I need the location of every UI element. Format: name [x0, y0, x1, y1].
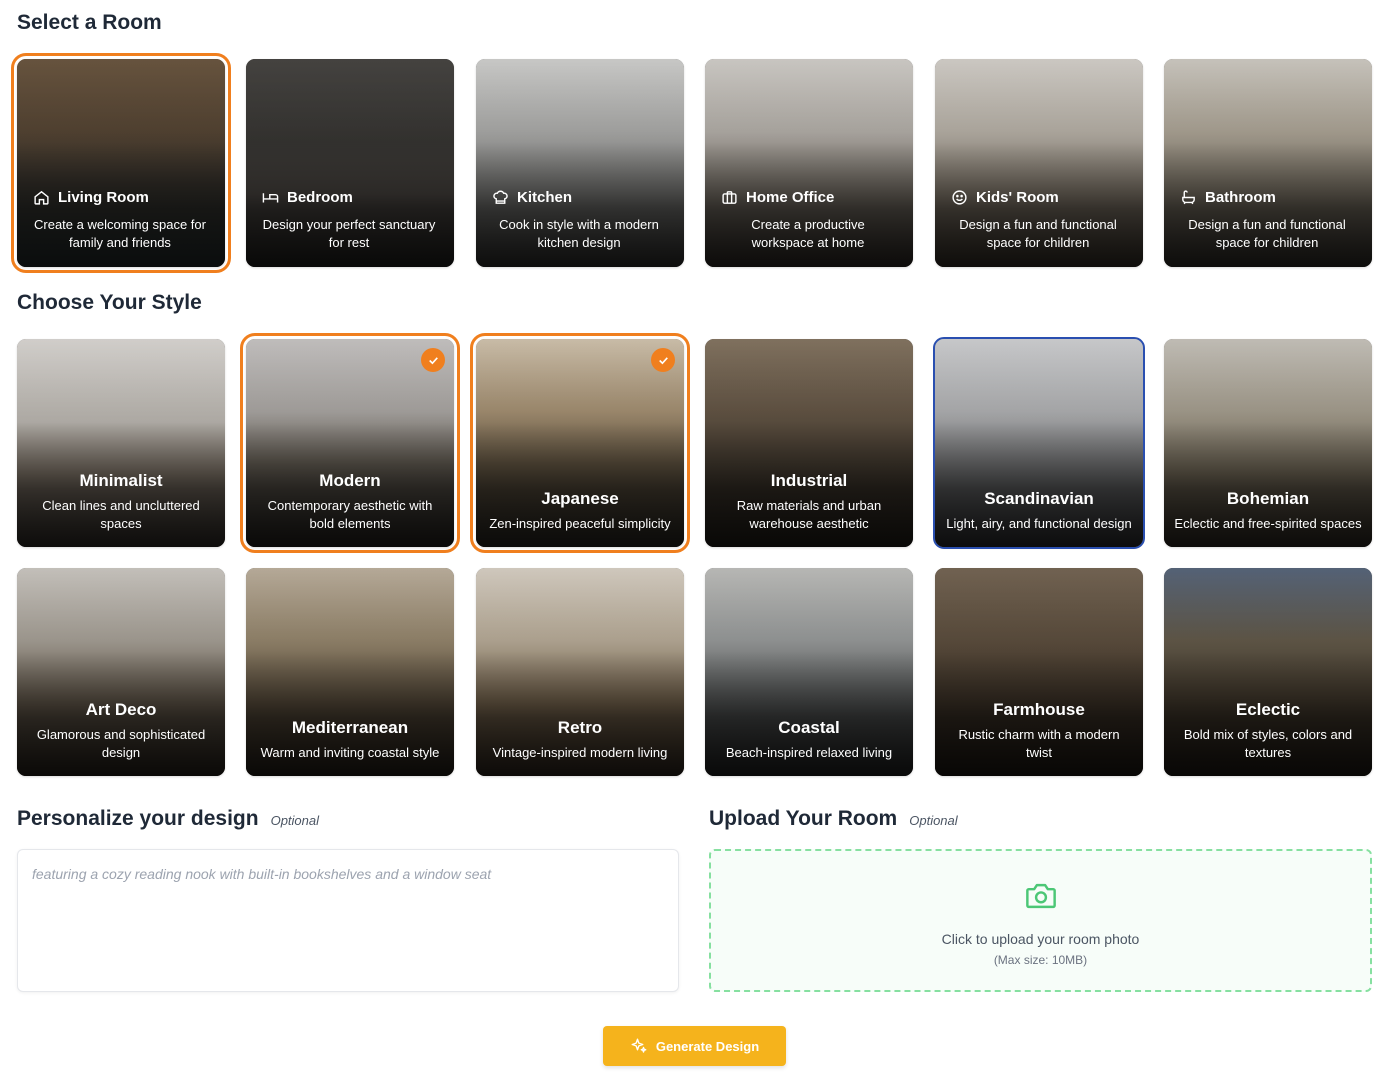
room-card-label: Bedroom: [287, 189, 353, 206]
style-card-coastal[interactable]: Coastal Beach-inspired relaxed living: [705, 568, 913, 776]
room-card-label: Bathroom: [1205, 189, 1276, 206]
style-card-scandinavian[interactable]: Scandinavian Light, airy, and functional…: [933, 337, 1145, 549]
style-card-label: Japanese: [541, 489, 619, 508]
upload-title: Upload Your Room Optional: [709, 807, 958, 831]
style-card-desc: Eclectic and free-spirited spaces: [1174, 516, 1362, 531]
style-card-desc: Vintage-inspired modern living: [492, 745, 668, 760]
generate-design-button[interactable]: Generate Design: [603, 1026, 786, 1066]
room-card-desc: Design a fun and functional space for ch…: [1188, 217, 1346, 250]
room-card-label: Kids' Room: [976, 189, 1059, 206]
style-card-label: Art Deco: [85, 700, 157, 719]
bath-icon: [1182, 190, 1195, 205]
home-icon: [34, 190, 49, 205]
style-card-japanese[interactable]: Japanese Zen-inspired peaceful simplicit…: [470, 333, 690, 553]
room-card-bathroom[interactable]: Bathroom Design a fun and functional spa…: [1164, 59, 1372, 267]
rooms-section-title: Select a Room: [17, 11, 162, 34]
upload-title-text: Upload Your Room: [709, 807, 898, 830]
style-card-label: Scandinavian: [984, 489, 1094, 508]
room-card-label: Kitchen: [517, 189, 573, 206]
style-card-label: Modern: [319, 471, 381, 490]
style-card-desc: Light, airy, and functional design: [946, 516, 1132, 531]
style-card-mediterranean[interactable]: Mediterranean Warm and inviting coastal …: [246, 568, 454, 776]
style-card-desc: Contemporary aesthetic with bold element…: [267, 498, 433, 531]
style-card-desc: Rustic charm with a modern twist: [958, 727, 1120, 760]
room-card-label: Living Room: [58, 189, 149, 206]
style-card-label: Mediterranean: [291, 718, 409, 737]
personalize-title: Personalize your design Optional: [17, 807, 319, 831]
style-card-desc: Warm and inviting coastal style: [260, 745, 440, 760]
style-card-label: Industrial: [770, 471, 848, 490]
style-card-label: Eclectic: [1235, 700, 1301, 719]
style-card-art-deco[interactable]: Art Deco Glamorous and sophisticated des…: [17, 568, 225, 776]
sparkles-icon: [631, 1038, 647, 1053]
style-card-retro[interactable]: Retro Vintage-inspired modern living: [476, 568, 684, 776]
upload-main-text: Click to upload your room photo: [941, 931, 1140, 947]
style-card-label: Minimalist: [79, 471, 163, 490]
style-card-eclectic[interactable]: Eclectic Bold mix of styles, colors and …: [1164, 568, 1372, 776]
room-card-desc: Create a productive workspace at home: [751, 217, 865, 250]
room-card-kids-room[interactable]: Kids' Room Design a fun and functional s…: [935, 59, 1143, 267]
style-card-minimalist[interactable]: Minimalist Clean lines and uncluttered s…: [17, 339, 225, 547]
smile-icon: [952, 190, 967, 205]
room-card-home-office[interactable]: Home Office Create a productive workspac…: [705, 59, 913, 267]
upload-size-hint: (Max size: 10MB): [993, 953, 1088, 967]
room-card-desc: Design a fun and functional space for ch…: [959, 217, 1117, 250]
style-card-desc: Glamorous and sophisticated design: [36, 727, 206, 760]
bed-icon: [262, 193, 279, 203]
style-card-desc: Bold mix of styles, colors and textures: [1183, 727, 1353, 760]
style-card-desc: Clean lines and uncluttered spaces: [42, 498, 200, 531]
style-card-desc: Beach-inspired relaxed living: [725, 745, 893, 760]
upload-dropzone[interactable]: Click to upload your room photo (Max siz…: [709, 849, 1372, 992]
optional-tag: Optional: [909, 813, 958, 828]
style-card-desc: Raw materials and urban warehouse aesthe…: [736, 498, 882, 531]
style-card-industrial[interactable]: Industrial Raw materials and urban wareh…: [705, 339, 913, 547]
room-card-desc: Create a welcoming space for family and …: [34, 217, 206, 250]
chef-hat-icon: [493, 190, 508, 204]
style-card-farmhouse[interactable]: Farmhouse Rustic charm with a modern twi…: [935, 568, 1143, 776]
personalize-textarea-wrapper: [17, 849, 679, 992]
style-card-bohemian[interactable]: Bohemian Eclectic and free-spirited spac…: [1164, 339, 1372, 547]
selected-check-icon: [651, 348, 675, 372]
room-card-label: Home Office: [746, 189, 835, 206]
generate-design-label: Generate Design: [655, 1038, 760, 1054]
optional-tag: Optional: [270, 813, 319, 828]
style-card-label: Bohemian: [1226, 489, 1310, 508]
room-card-desc: Cook in style with a modern kitchen desi…: [499, 217, 659, 250]
style-card-label: Farmhouse: [993, 700, 1085, 719]
style-card-label: Retro: [557, 718, 603, 737]
camera-icon: [1025, 883, 1056, 909]
room-card-kitchen[interactable]: Kitchen Cook in style with a modern kitc…: [476, 59, 684, 267]
selected-check-icon: [421, 348, 445, 372]
briefcase-icon: [722, 191, 737, 204]
styles-section-title: Choose Your Style: [17, 291, 202, 314]
room-card-desc: Design your perfect sanctuary for rest: [262, 217, 436, 250]
personalize-title-text: Personalize your design: [17, 807, 259, 830]
personalize-textarea[interactable]: [18, 850, 678, 991]
style-card-modern[interactable]: Modern Contemporary aesthetic with bold …: [240, 333, 460, 553]
room-card-bedroom[interactable]: Bedroom Design your perfect sanctuary fo…: [246, 59, 454, 267]
room-card-living-room[interactable]: Living Room Create a welcoming space for…: [11, 53, 231, 273]
style-card-desc: Zen-inspired peaceful simplicity: [489, 516, 671, 531]
style-card-label: Coastal: [778, 718, 840, 737]
